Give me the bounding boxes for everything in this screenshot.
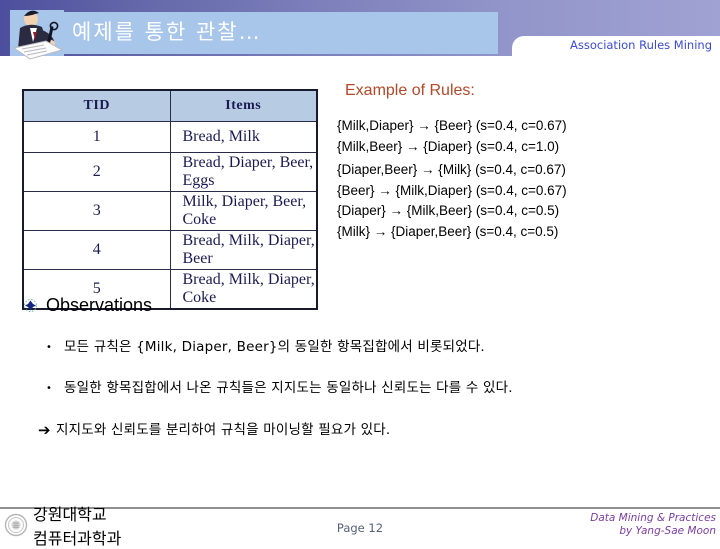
table-row: 2 Bread, Diaper, Beer, Eggs (22, 151, 318, 192)
cell-tid: 1 (22, 121, 171, 153)
observations-heading-text: Observations (46, 294, 153, 315)
footer-credit-line2: by Yang-Sae Moon (619, 525, 716, 537)
cell-items: Bread, Diaper, Beer, Eggs (169, 151, 318, 192)
rule-item: {Diaper} → {Milk,Beer} (s=0.4, c=0.5) (337, 203, 560, 218)
rules-list: {Milk,Diaper} → {Beer} (s=0.4, c=0.67) {M… (337, 119, 717, 245)
presenter-clipart-icon (6, 4, 68, 62)
cell-items: Bread, Milk, Diaper, Beer (169, 229, 318, 270)
observation-item: • 모든 규칙은 {Milk, Diaper, Beer}의 동일한 항목집합에서… (46, 338, 694, 357)
dot-bullet-icon: • (46, 383, 52, 394)
rule-item: {Diaper,Beer} → {Milk} (s=0.4, c=0.67) (337, 162, 566, 177)
table-row: 1 Bread, Milk (22, 121, 318, 153)
table-header-row: TID Items (22, 89, 318, 122)
observations-items: • 모든 규칙은 {Milk, Diaper, Beer}의 동일한 항목집합에서… (24, 338, 694, 440)
page-title: 예제를 통한 관찰… (72, 20, 262, 44)
observation-text: 동일한 항목집합에서 나온 규칙들은 지지도는 동일하나 신뢰도는 다를 수 있… (64, 380, 513, 396)
cell-tid: 4 (22, 229, 171, 270)
table-row: 3 Milk, Diaper, Beer, Coke (22, 190, 318, 231)
arrow-bullet-icon: ➔ (38, 421, 51, 439)
rule-item: {Milk,Beer} → {Diaper} (s=0.4, c=1.0) (337, 138, 560, 154)
table-row: 4 Bread, Milk, Diaper, Beer (22, 229, 318, 270)
cell-tid: 2 (22, 151, 171, 192)
column-header-items: Items (169, 89, 318, 122)
column-header-tid: TID (22, 89, 171, 122)
observation-item: ➔ 지지도와 신뢰도를 분리하여 규칙을 마이닝할 필요가 있다. (38, 421, 694, 440)
diamond-bullet-icon (24, 298, 37, 312)
observations-block: Observations • 모든 규칙은 {Milk, Diaper, Beer… (24, 292, 694, 440)
dot-bullet-icon: • (46, 342, 52, 353)
header-subtitle: Association Rules Mining (569, 38, 712, 52)
observation-text: 모든 규칙은 {Milk, Diaper, Beer}의 동일한 항목집합에서 … (64, 339, 485, 355)
rule-item: {Milk,Diaper} → {Beer} (s=0.4, c=0.67) (337, 118, 567, 133)
rules-heading: Example of Rules: (345, 82, 475, 99)
observations-heading-row: Observations (24, 292, 694, 318)
rule-item: {Milk} → {Diaper,Beer} (s=0.4, c=0.5) (337, 223, 559, 239)
footer-credit: Data Mining & Practices by Yang-Sae Moon (456, 512, 716, 538)
footer-credit-line1: Data Mining & Practices (590, 512, 716, 524)
observation-item: • 동일한 항목집합에서 나온 규칙들은 지지도는 동일하나 신뢰도는 다를 수 … (46, 379, 694, 398)
observation-text: 지지도와 신뢰도를 분리하여 규칙을 마이닝할 필요가 있다. (56, 422, 391, 438)
transaction-table: TID Items 1 Bread, Milk 2 Bread, Diaper, Be… (22, 89, 318, 310)
cell-items: Milk, Diaper, Beer, Coke (169, 190, 318, 231)
cell-items: Bread, Milk (169, 121, 318, 153)
cell-tid: 3 (22, 190, 171, 231)
rule-item: {Beer} → {Milk,Diaper} (s=0.4, c=0.67) (337, 182, 567, 198)
